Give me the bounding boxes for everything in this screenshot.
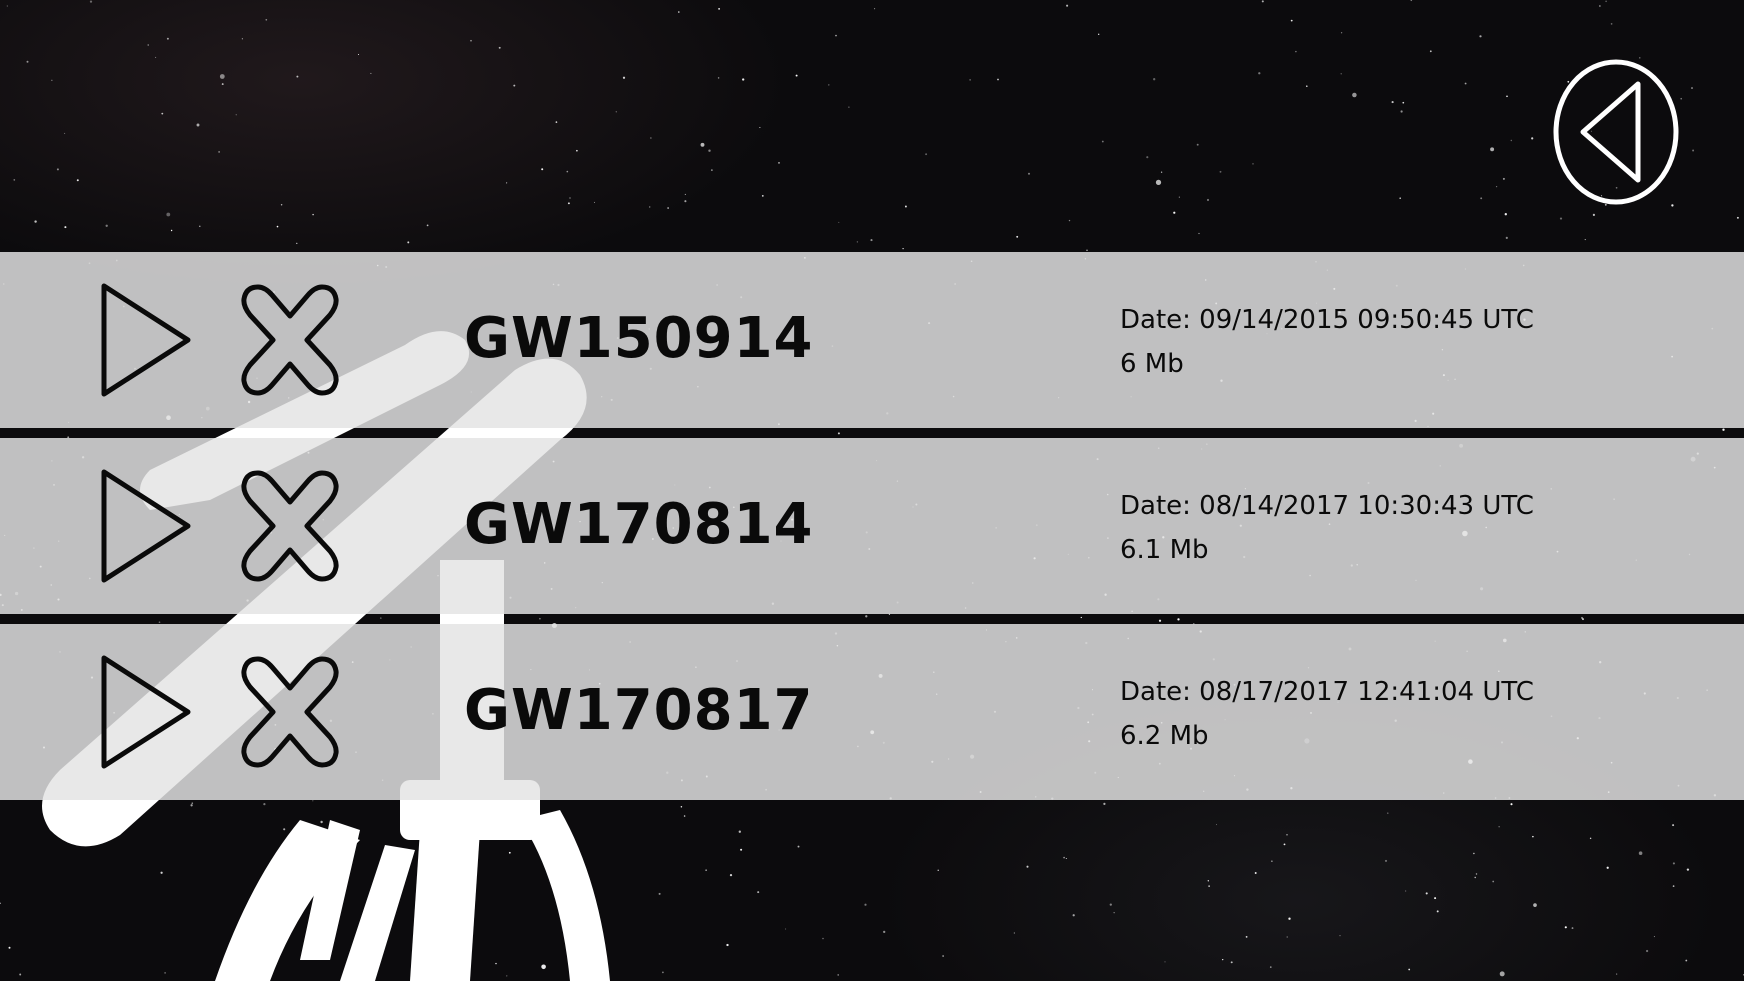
play-icon: [101, 655, 191, 769]
delete-button[interactable]: [238, 282, 342, 398]
event-size: 6 Mb: [1120, 349, 1184, 379]
play-icon: [101, 469, 191, 583]
play-button[interactable]: [100, 652, 194, 772]
event-row: GW170814 Date: 08/14/2017 10:30:43 UTC 6…: [0, 438, 1744, 614]
event-row: GW150914 Date: 09/14/2015 09:50:45 UTC 6…: [0, 252, 1744, 428]
close-x-icon: [241, 470, 339, 582]
play-button[interactable]: [100, 280, 194, 400]
event-name: GW170814: [464, 492, 814, 557]
back-triangle-circle-icon: [1553, 59, 1679, 205]
event-date: Date: 08/14/2017 10:30:43 UTC: [1120, 491, 1534, 521]
event-meta: Date: 08/17/2017 12:41:04 UTC 6.2 Mb: [1120, 670, 1534, 758]
event-name: GW150914: [464, 306, 814, 371]
event-row: GW170817 Date: 08/17/2017 12:41:04 UTC 6…: [0, 624, 1744, 800]
event-size: 6.2 Mb: [1120, 721, 1209, 751]
event-meta: Date: 08/14/2017 10:30:43 UTC 6.1 Mb: [1120, 484, 1534, 572]
event-size: 6.1 Mb: [1120, 535, 1209, 565]
play-icon: [101, 283, 191, 397]
event-list: GW150914 Date: 09/14/2015 09:50:45 UTC 6…: [0, 252, 1744, 800]
event-name: GW170817: [464, 678, 814, 743]
event-date: Date: 09/14/2015 09:50:45 UTC: [1120, 305, 1534, 335]
delete-button[interactable]: [238, 654, 342, 770]
close-x-icon: [241, 656, 339, 768]
delete-button[interactable]: [238, 468, 342, 584]
back-button[interactable]: [1553, 59, 1679, 205]
close-x-icon: [241, 284, 339, 396]
event-date: Date: 08/17/2017 12:41:04 UTC: [1120, 677, 1534, 707]
play-button[interactable]: [100, 466, 194, 586]
app-screen: GW150914 Date: 09/14/2015 09:50:45 UTC 6…: [0, 0, 1744, 981]
event-meta: Date: 09/14/2015 09:50:45 UTC 6 Mb: [1120, 298, 1534, 386]
